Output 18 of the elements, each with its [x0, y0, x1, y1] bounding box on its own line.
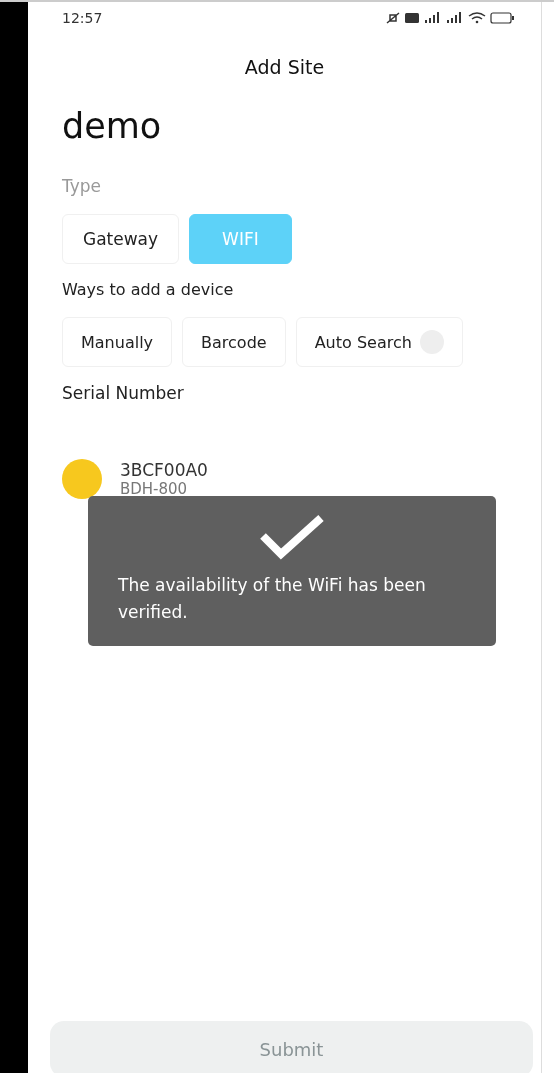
battery-icon	[490, 12, 514, 24]
add-method-option[interactable]: Auto Search	[295, 317, 463, 367]
toast-message: The availability of the WiFi has been verified.	[118, 574, 427, 624]
serial-label: Serial Number	[62, 383, 185, 403]
device-serial: 3BCF00A0	[120, 460, 208, 480]
site-name: demo	[62, 106, 163, 146]
ways-label: Ways to add a device	[62, 280, 235, 299]
wifi-icon	[468, 12, 486, 24]
device-model: BDH-800	[120, 480, 189, 498]
signal-icon	[447, 12, 461, 23]
type-option[interactable]: Gateway	[62, 214, 180, 264]
type-label: Type	[62, 176, 103, 196]
status-time: 12:57	[62, 10, 103, 26]
mute-icon	[386, 12, 400, 24]
page-title: Add Site	[243, 56, 326, 78]
signal-icon	[425, 12, 439, 23]
add-method-option[interactable]: Barcode	[182, 317, 286, 367]
add-method-option[interactable]: Manually	[62, 317, 173, 367]
